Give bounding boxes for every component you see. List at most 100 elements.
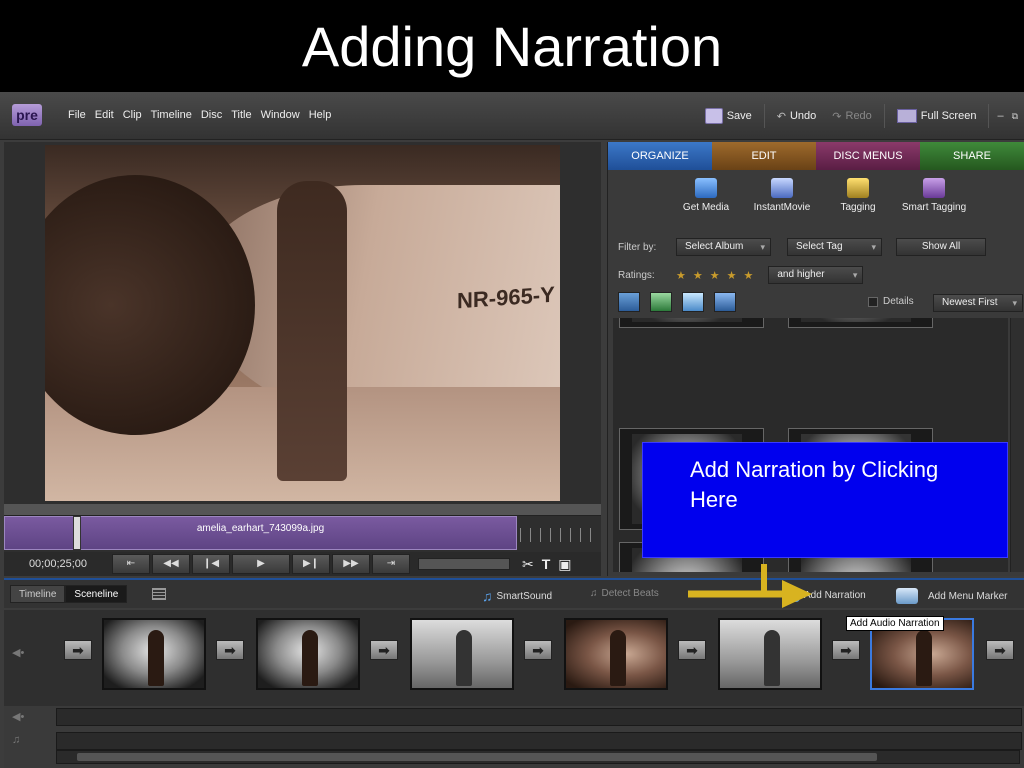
redo-button[interactable]: ↷ Redo: [828, 108, 876, 125]
playhead-handle[interactable]: [73, 516, 81, 550]
jog-shuttle[interactable]: [418, 558, 510, 570]
menu-window[interactable]: Window: [261, 109, 300, 121]
menu-clip[interactable]: Clip: [123, 109, 142, 121]
narration-track[interactable]: [56, 708, 1022, 726]
get-media-button[interactable]: Get Media: [668, 178, 744, 226]
transition-slot-icon[interactable]: ➡: [986, 640, 1014, 660]
smart-tagging-button[interactable]: Smart Tagging: [896, 178, 972, 226]
beats-icon: ♫: [590, 588, 598, 599]
transition-slot-icon[interactable]: ➡: [832, 640, 860, 660]
show-all-button[interactable]: Show All: [896, 238, 986, 256]
monitor-icon: [896, 109, 917, 123]
timecode-display[interactable]: 00;00;25;00: [4, 558, 112, 570]
go-to-end-button[interactable]: ⇥: [372, 554, 410, 574]
undo-button[interactable]: ↶ Undo: [773, 108, 821, 125]
star-icon[interactable]: ★: [727, 269, 737, 282]
text-tool-icon[interactable]: T: [542, 556, 551, 573]
properties-list-icon[interactable]: [152, 588, 166, 600]
tagging-button[interactable]: Tagging: [820, 178, 896, 226]
instant-movie-button[interactable]: InstantMovie: [744, 178, 820, 226]
menu-edit[interactable]: Edit: [95, 109, 114, 121]
transition-slot-icon[interactable]: ➡: [64, 640, 92, 660]
menu-title[interactable]: Title: [231, 109, 251, 121]
smartsound-button[interactable]: ♫ SmartSound: [482, 588, 552, 604]
scene-clip[interactable]: [410, 618, 514, 690]
scissors-icon[interactable]: ✂: [522, 556, 534, 573]
fullscreen-button[interactable]: Full Screen: [893, 107, 981, 125]
instruction-callout: Add Narration by Clicking Here: [642, 442, 1008, 558]
undo-label: Undo: [789, 110, 817, 122]
scene-clip[interactable]: [718, 618, 822, 690]
rating-qualifier-dropdown[interactable]: and higher: [768, 266, 864, 284]
tab-disc-menus[interactable]: DISC MENUS: [816, 142, 920, 170]
slide-title: Adding Narration: [301, 15, 723, 78]
save-label: Save: [726, 110, 752, 122]
instant-movie-label: InstantMovie: [753, 202, 811, 213]
scene-clip[interactable]: [564, 618, 668, 690]
horizontal-scrollbar[interactable]: [56, 750, 1020, 764]
tagging-label: Tagging: [840, 202, 876, 213]
media-thumbnail[interactable]: [788, 318, 933, 328]
main-menu: File Edit Clip Timeline Disc Title Windo…: [68, 109, 331, 121]
menu-disc[interactable]: Disc: [201, 109, 222, 121]
tab-organize[interactable]: ORGANIZE: [608, 142, 712, 170]
transition-slot-icon[interactable]: ➡: [524, 640, 552, 660]
star-icon[interactable]: ★: [693, 269, 703, 282]
smartsound-label: SmartSound: [496, 590, 553, 602]
step-back-button[interactable]: ❙◀: [192, 554, 230, 574]
star-icon[interactable]: ★: [676, 269, 686, 282]
menu-help[interactable]: Help: [309, 109, 332, 121]
select-album-dropdown[interactable]: Select Album: [676, 238, 771, 256]
star-icon[interactable]: ★: [710, 269, 720, 282]
image-filter-icon[interactable]: [682, 292, 704, 312]
star-icon[interactable]: ★: [744, 269, 754, 282]
menu-marker-icon: [896, 588, 918, 604]
tab-edit[interactable]: EDIT: [712, 142, 816, 170]
transition-slot-icon[interactable]: ➡: [678, 640, 706, 660]
pointer-arrow-icon: [688, 564, 812, 608]
fast-forward-button[interactable]: ▶▶: [332, 554, 370, 574]
step-forward-button[interactable]: ▶❙: [292, 554, 330, 574]
scrubber-bar[interactable]: [4, 504, 601, 516]
transition-slot-icon[interactable]: ➡: [370, 640, 398, 660]
transition-slot-icon[interactable]: ➡: [216, 640, 244, 660]
sceneline-toolbar: Timeline Sceneline ♫ SmartSound ♫ Detect…: [4, 578, 1024, 608]
grid-view-icon[interactable]: [714, 292, 736, 312]
scrollbar-thumb[interactable]: [77, 753, 877, 761]
sceneline-view-button[interactable]: Sceneline: [65, 585, 128, 603]
menu-timeline[interactable]: Timeline: [151, 109, 192, 121]
details-toggle[interactable]: Details: [868, 296, 914, 307]
play-button[interactable]: ▶: [232, 554, 290, 574]
video-filter-icon[interactable]: [618, 292, 640, 312]
sort-dropdown[interactable]: Newest First: [933, 294, 1023, 312]
audio-filter-icon[interactable]: [650, 292, 672, 312]
tab-share[interactable]: SHARE: [920, 142, 1024, 170]
smart-tagging-label: Smart Tagging: [901, 202, 967, 213]
time-ruler: [520, 528, 598, 542]
scene-clip[interactable]: [256, 618, 360, 690]
go-to-start-button[interactable]: ⇤: [112, 554, 150, 574]
details-checkbox[interactable]: [868, 296, 878, 307]
detect-beats-button[interactable]: ♫ Detect Beats: [590, 588, 659, 599]
premiere-elements-window: pre File Edit Clip Timeline Disc Title W…: [0, 92, 1024, 768]
media-scrollbar[interactable]: [1010, 318, 1024, 572]
timeline-view-button[interactable]: Timeline: [10, 585, 66, 603]
select-tag-dropdown[interactable]: Select Tag: [787, 238, 882, 256]
camera-icon[interactable]: ▣: [558, 556, 571, 573]
media-thumbnail[interactable]: [619, 318, 764, 328]
app-logo: pre: [12, 104, 42, 126]
scene-clip[interactable]: [102, 618, 206, 690]
add-menu-marker-button[interactable]: Add Menu Marker: [896, 588, 1007, 604]
add-audio-narration-tooltip: Add Audio Narration: [846, 616, 944, 631]
add-menu-marker-label: Add Menu Marker: [928, 590, 1008, 602]
get-media-label: Get Media: [682, 202, 730, 213]
film-icon: [695, 178, 717, 198]
rewind-button[interactable]: ◀◀: [152, 554, 190, 574]
restore-icon[interactable]: ⧉: [1012, 111, 1018, 122]
save-button[interactable]: Save: [701, 106, 756, 126]
soundtrack-track[interactable]: [56, 732, 1022, 750]
menu-file[interactable]: File: [68, 109, 86, 121]
fullscreen-label: Full Screen: [920, 110, 977, 122]
transport-controls: 00;00;25;00 ⇤ ◀◀ ❙◀ ▶ ▶❙ ▶▶ ⇥ ✂ T ▣: [4, 552, 601, 576]
minimize-icon[interactable]: –: [997, 110, 1003, 122]
